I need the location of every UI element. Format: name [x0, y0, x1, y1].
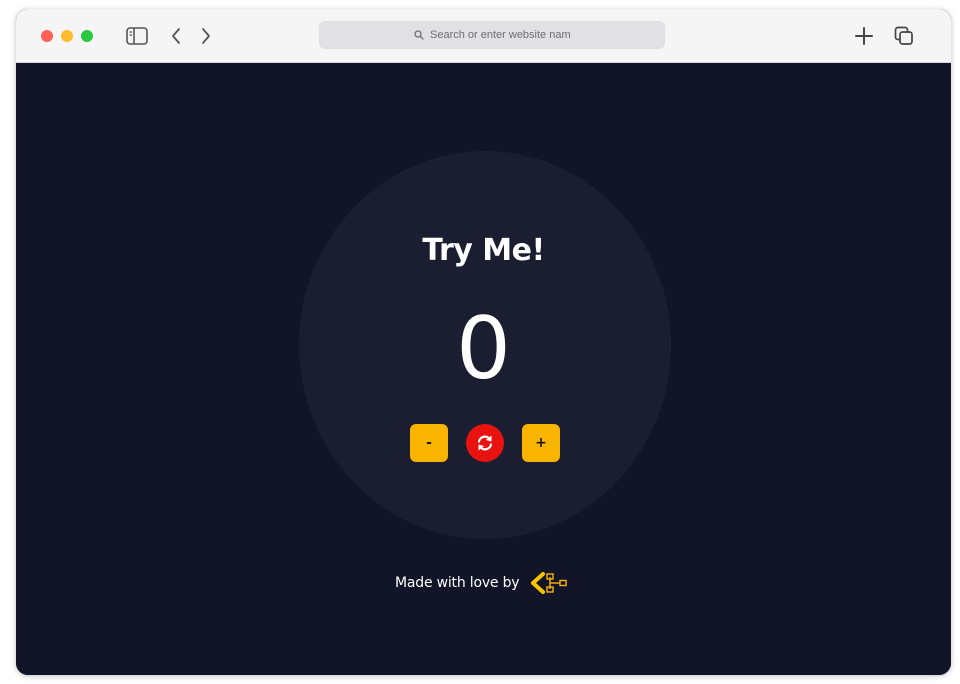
reset-button[interactable]	[466, 424, 504, 462]
browser-window: Try Me! 0 - + Made with love by	[16, 9, 951, 675]
increment-label: +	[535, 435, 547, 451]
decrement-label: -	[426, 435, 432, 451]
search-icon	[414, 30, 424, 40]
browser-toolbar	[16, 9, 951, 63]
refresh-icon	[475, 433, 495, 453]
tabs-overview-icon[interactable]	[892, 24, 916, 48]
increment-button[interactable]: +	[522, 424, 560, 462]
chevron-right-icon[interactable]	[194, 24, 218, 48]
footer-text: Made with love by	[395, 575, 520, 591]
minimize-window-button[interactable]	[61, 30, 73, 42]
decrement-button[interactable]: -	[410, 424, 448, 462]
brand-logo-icon[interactable]	[527, 571, 569, 595]
plus-icon[interactable]	[852, 24, 876, 48]
address-input[interactable]	[430, 29, 570, 41]
sidebar-icon[interactable]	[125, 24, 149, 48]
close-window-button[interactable]	[41, 30, 53, 42]
zoom-window-button[interactable]	[81, 30, 93, 42]
footer: Made with love by	[395, 571, 569, 595]
page-title: Try Me!	[422, 233, 545, 268]
page-content: Try Me! 0 - + Made with love by	[16, 63, 951, 675]
chevron-left-icon[interactable]	[164, 24, 188, 48]
counter-value: 0	[456, 299, 511, 399]
address-bar[interactable]	[319, 21, 665, 49]
